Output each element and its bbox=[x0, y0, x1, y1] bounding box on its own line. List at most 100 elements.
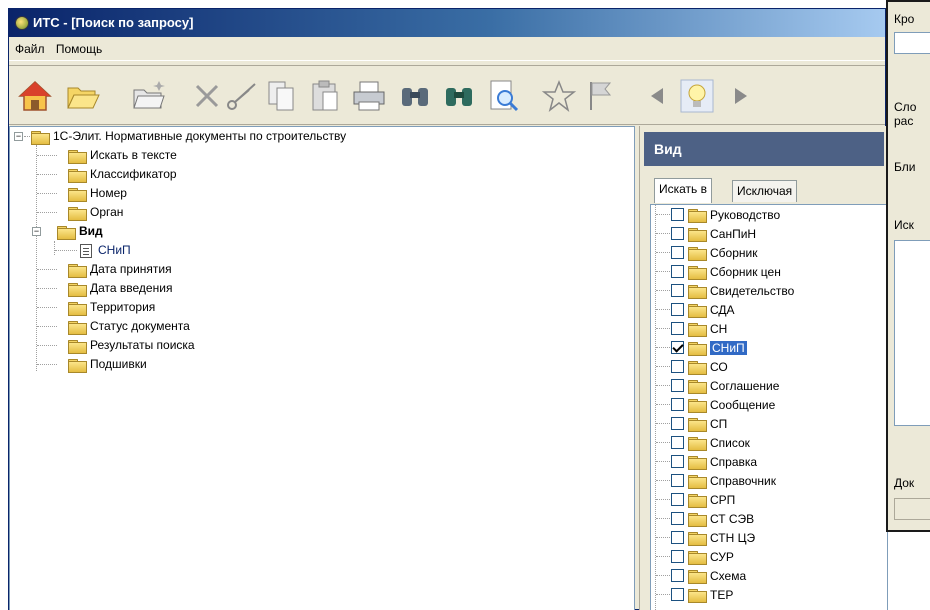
tree-item[interactable]: Дата введения bbox=[37, 279, 172, 298]
dialog-input[interactable] bbox=[894, 32, 930, 54]
tree-item-snip[interactable]: СНиП bbox=[55, 241, 131, 260]
checkbox[interactable] bbox=[671, 360, 684, 373]
vid-list-item[interactable]: СН bbox=[651, 319, 727, 338]
checkbox[interactable] bbox=[671, 588, 684, 601]
find-next-icon[interactable] bbox=[439, 76, 479, 116]
vid-list-item[interactable]: СП bbox=[651, 414, 727, 433]
folder-icon bbox=[688, 284, 707, 299]
flag-icon[interactable] bbox=[581, 76, 621, 116]
tip-icon[interactable] bbox=[677, 76, 717, 116]
checkbox[interactable] bbox=[671, 569, 684, 582]
vid-list-item[interactable]: СДА bbox=[651, 300, 735, 319]
folder-icon bbox=[68, 320, 87, 335]
tab-search-in[interactable]: Искать в bbox=[654, 178, 713, 203]
tree-item-vid[interactable]: − Вид bbox=[32, 222, 103, 241]
dialog-label: Иск bbox=[894, 218, 914, 232]
vid-list-item[interactable]: Руководство bbox=[651, 205, 780, 224]
vid-list[interactable]: Руководство СанПиН Сборник Сборник цен Свиде… bbox=[650, 204, 888, 610]
checkbox[interactable] bbox=[671, 417, 684, 430]
new-folder-icon[interactable] bbox=[129, 76, 169, 116]
checkbox[interactable] bbox=[671, 550, 684, 563]
vid-list-item[interactable]: ТЕР bbox=[651, 585, 733, 604]
vid-list-item[interactable]: СТН ЦЭ bbox=[651, 528, 755, 547]
folder-icon bbox=[688, 246, 707, 261]
folder-icon bbox=[688, 550, 707, 565]
checkbox[interactable] bbox=[671, 493, 684, 506]
vid-list-item[interactable]: Справка bbox=[651, 452, 757, 471]
back-icon[interactable] bbox=[637, 76, 677, 116]
vid-list-item-label: Сборник bbox=[710, 245, 758, 260]
checkbox[interactable] bbox=[671, 322, 684, 335]
tree-item[interactable]: Подшивки bbox=[37, 355, 147, 374]
tree-item[interactable]: Статус документа bbox=[37, 317, 190, 336]
cut-icon[interactable] bbox=[221, 76, 261, 116]
favorite-icon[interactable] bbox=[539, 76, 579, 116]
tree-item[interactable]: Классификатор bbox=[37, 165, 177, 184]
checkbox[interactable] bbox=[671, 303, 684, 316]
collapse-icon[interactable]: − bbox=[14, 132, 23, 141]
folder-icon bbox=[68, 301, 87, 316]
vid-list-item[interactable]: Список bbox=[651, 433, 750, 452]
checkbox[interactable] bbox=[671, 436, 684, 449]
home-icon[interactable] bbox=[15, 76, 55, 116]
dialog-label: Док bbox=[894, 476, 915, 490]
folder-icon bbox=[688, 398, 707, 413]
open-folder-icon bbox=[57, 225, 76, 240]
checkbox[interactable] bbox=[671, 512, 684, 525]
forward-icon[interactable] bbox=[721, 76, 761, 116]
tree-item[interactable]: Номер bbox=[37, 184, 127, 203]
tree-item[interactable]: Орган bbox=[37, 203, 123, 222]
vid-list-item[interactable]: Сборник bbox=[651, 243, 757, 262]
vid-list-item[interactable]: Свидетельство bbox=[651, 281, 794, 300]
vid-list-item[interactable]: Схема bbox=[651, 566, 746, 585]
dialog-field[interactable] bbox=[894, 498, 930, 520]
vid-list-item[interactable]: СУР bbox=[651, 547, 734, 566]
vid-list-item-label: СУР bbox=[710, 549, 734, 564]
vid-list-item[interactable]: СО bbox=[651, 357, 728, 376]
tree-item[interactable]: Территория bbox=[37, 298, 155, 317]
menu-help[interactable]: Помощь bbox=[52, 37, 106, 61]
vid-list-item[interactable]: СРП bbox=[651, 490, 735, 509]
checkbox[interactable] bbox=[671, 341, 684, 354]
vid-list-item[interactable]: Сообщение bbox=[651, 395, 775, 414]
checkbox[interactable] bbox=[671, 208, 684, 221]
collapse-icon[interactable]: − bbox=[32, 227, 41, 236]
copy-icon[interactable] bbox=[261, 76, 301, 116]
open-folder-icon[interactable] bbox=[63, 76, 103, 116]
folder-icon bbox=[68, 168, 87, 183]
menu-file[interactable]: Файл bbox=[11, 37, 49, 61]
tree-item[interactable]: Дата принятия bbox=[37, 260, 172, 279]
folder-icon bbox=[68, 339, 87, 354]
search-dialog: Кро Сло рас Бли Иск Док bbox=[886, 0, 930, 532]
search-tree[interactable]: − 1С-Элит. Нормативные документы по стро… bbox=[9, 126, 635, 610]
vid-panel: Вид Искать в Исключая Руководство СанПиН С… bbox=[639, 126, 888, 610]
vid-list-item[interactable]: СНиП bbox=[651, 338, 747, 357]
checkbox[interactable] bbox=[671, 265, 684, 278]
vid-list-item[interactable]: СанПиН bbox=[651, 224, 756, 243]
tree-item[interactable]: Искать в тексте bbox=[37, 146, 177, 165]
tab-excluding[interactable]: Исключая bbox=[732, 180, 798, 202]
dialog-textarea[interactable] bbox=[894, 240, 930, 426]
checkbox[interactable] bbox=[671, 379, 684, 392]
checkbox[interactable] bbox=[671, 531, 684, 544]
vid-list-item[interactable]: Справочник bbox=[651, 471, 776, 490]
checkbox[interactable] bbox=[671, 398, 684, 411]
vid-list-item[interactable]: СТ СЭВ bbox=[651, 509, 754, 528]
checkbox[interactable] bbox=[671, 227, 684, 240]
paste-icon[interactable] bbox=[305, 76, 345, 116]
checkbox[interactable] bbox=[671, 474, 684, 487]
find-icon[interactable] bbox=[395, 76, 435, 116]
vid-list-item[interactable]: Соглашение bbox=[651, 376, 779, 395]
tree-item[interactable]: Результаты поиска bbox=[37, 336, 195, 355]
checkbox[interactable] bbox=[671, 284, 684, 297]
folder-icon bbox=[688, 208, 707, 223]
checkbox[interactable] bbox=[671, 246, 684, 259]
vid-list-item-label: Схема bbox=[710, 568, 747, 583]
vid-list-item[interactable]: Сборник цен bbox=[651, 262, 781, 281]
checkbox[interactable] bbox=[671, 455, 684, 468]
print-icon[interactable] bbox=[349, 76, 389, 116]
dialog-label: рас bbox=[894, 114, 914, 128]
preview-icon[interactable] bbox=[483, 76, 523, 116]
title-bar[interactable]: ИТС - [Поиск по запросу] bbox=[9, 9, 885, 37]
tree-root[interactable]: − 1С-Элит. Нормативные документы по стро… bbox=[14, 127, 346, 146]
